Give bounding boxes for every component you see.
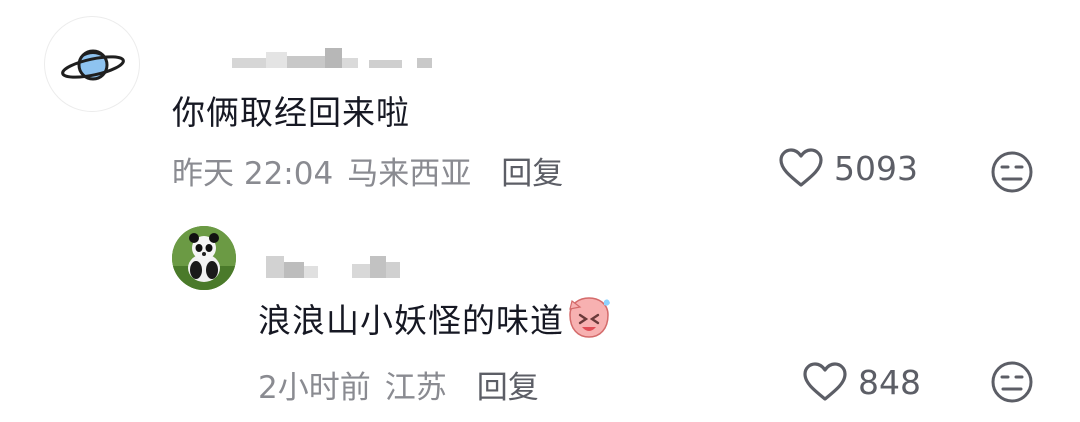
reply-text-row: 浪浪山小妖怪的味道: [258, 294, 612, 342]
reply-button[interactable]: 回复: [501, 148, 563, 193]
username-redacted[interactable]: [266, 252, 400, 278]
like-count: 848: [858, 362, 921, 402]
reply-meta: 2小时前 江苏 回复: [258, 362, 539, 407]
reply-text: 浪浪山小妖怪的味道: [258, 301, 564, 340]
like-button[interactable]: 848: [802, 362, 921, 402]
avatar[interactable]: [44, 16, 140, 112]
comment-time: 昨天 22:04: [172, 156, 334, 192]
reply-time: 2小时前: [258, 370, 371, 406]
username-redacted[interactable]: [232, 34, 432, 68]
heart-icon: [779, 148, 823, 187]
planet-icon: [61, 49, 125, 81]
panda-avatar: [172, 226, 236, 290]
comment-location: 马来西亚: [347, 156, 472, 192]
heart-icon: [803, 362, 847, 401]
avatar[interactable]: [172, 226, 236, 290]
reply-location: 江苏: [384, 370, 447, 406]
comment-text: 你俩取经回来啦: [172, 93, 410, 132]
reply-button[interactable]: 回复: [477, 362, 539, 407]
like-button[interactable]: 5093: [778, 148, 918, 188]
like-count: 5093: [834, 148, 918, 188]
comment-meta: 昨天 22:04 马来西亚 回复: [172, 148, 563, 193]
neutral-face-icon[interactable]: [990, 360, 1034, 404]
neutral-face-icon[interactable]: [990, 150, 1034, 194]
crying-emoji-icon: [569, 297, 610, 338]
